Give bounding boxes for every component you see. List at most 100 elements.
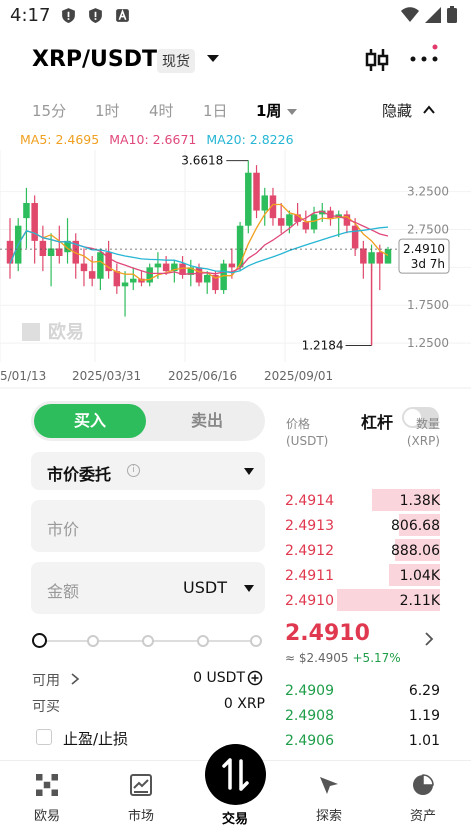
watermark-logo-icon (22, 323, 40, 341)
candle-body (351, 225, 359, 249)
ask-row[interactable]: 2.4912 888.06 (285, 539, 440, 564)
swap-arrows-icon (222, 758, 249, 791)
buy-tab[interactable]: 买入 (34, 404, 146, 438)
nav-assets[interactable]: 资产 (393, 773, 453, 824)
ask-row[interactable]: 2.4913 806.68 (285, 514, 440, 539)
nav-okx-label: 欧易 (33, 809, 60, 824)
tpsl-checkbox[interactable] (36, 729, 52, 745)
ob-qty-unit: (XRP) (406, 434, 440, 448)
candle-body (56, 248, 63, 256)
bid-row[interactable]: 2.4909 6.29 (285, 679, 440, 704)
ask-qty: 888.06 (391, 543, 440, 559)
nav-trade[interactable]: 交易 (205, 804, 265, 827)
slider-handle[interactable] (32, 633, 47, 648)
amount-slider[interactable] (32, 633, 265, 649)
ask-price: 2.4913 (285, 518, 334, 534)
timeframe-more-icon[interactable] (287, 109, 297, 115)
nav-assets-label: 资产 (409, 809, 436, 824)
nav-discover[interactable]: 探索 (299, 773, 359, 824)
app-notification-icon (116, 8, 129, 22)
slider-step-100[interactable] (250, 635, 262, 647)
pair-dropdown-icon[interactable] (207, 55, 219, 62)
chevron-down-icon[interactable] (244, 585, 254, 592)
x-tick-label: 2025/06/16 (168, 369, 237, 383)
battery-icon (447, 6, 457, 23)
tab-1h[interactable]: 1时 (95, 100, 120, 121)
pair-selector[interactable]: XRP/USDT (32, 47, 157, 72)
info-icon[interactable]: i (127, 464, 140, 477)
slider-step-75[interactable] (197, 635, 209, 647)
bid-price: 2.4908 (285, 708, 334, 724)
status-notifications (60, 7, 131, 24)
signal-icon (425, 6, 441, 23)
market-type-badge: 现货 (157, 49, 195, 73)
chevron-up-icon[interactable] (422, 103, 436, 117)
ask-price: 2.4912 (285, 543, 334, 559)
slider-step-25[interactable] (87, 635, 99, 647)
chevron-right-icon[interactable] (424, 632, 434, 646)
amount-input[interactable]: 金额 USDT (31, 562, 265, 614)
candle-body (302, 221, 310, 230)
tpsl-label[interactable]: 止盈/止损 (63, 728, 128, 749)
ask-row[interactable]: 2.4911 1.04K (285, 564, 440, 589)
available-label[interactable]: 可用 (32, 673, 60, 689)
tab-1w[interactable]: 1周 (256, 100, 281, 121)
high-label: 3.6618 (181, 154, 223, 168)
candlestick-toggle-icon[interactable] (364, 47, 390, 73)
candle-body (195, 267, 203, 283)
tab-1d[interactable]: 1日 (203, 100, 228, 121)
ob-qty-title: 数量 (415, 417, 440, 431)
nav-okx[interactable]: 欧易 (17, 773, 77, 824)
ask-row[interactable]: 2.4914 1.38K (285, 489, 440, 514)
last-price: 2.4910 (285, 621, 370, 646)
ob-price-title: 价格 (286, 417, 311, 431)
side-switch: 买入 卖出 (31, 401, 265, 441)
ask-row[interactable]: 2.4910 2.11K (285, 589, 440, 614)
add-funds-icon[interactable] (247, 670, 263, 686)
hide-chart-button[interactable]: 隐藏 (382, 100, 412, 121)
order-type-select[interactable]: 市价委托 i (31, 452, 265, 490)
ask-price: 2.4910 (285, 593, 334, 609)
ask-qty: 2.11K (399, 593, 440, 609)
slider-step-50[interactable] (142, 635, 154, 647)
nav-markets[interactable]: 市场 (111, 773, 171, 824)
order-type-label: 市价委托 (47, 465, 112, 484)
candle-body (97, 252, 104, 279)
shield-alert-icon (62, 8, 75, 23)
candle-body (277, 218, 285, 226)
ask-qty: 806.68 (391, 518, 440, 534)
sell-tab[interactable]: 卖出 (151, 404, 263, 438)
candle-body (286, 214, 293, 226)
bid-price: 2.4909 (285, 683, 334, 699)
last-price-usd: ≈ $2.4905 (285, 651, 349, 665)
shield-alert-icon (89, 8, 102, 23)
trade-fab-button[interactable] (205, 744, 266, 805)
amount-unit-select[interactable]: USDT (183, 578, 227, 597)
price-input[interactable]: 市价 (31, 500, 265, 552)
price-change: +5.17% (352, 651, 401, 665)
x-tick-label: 2025/09/01 (264, 369, 333, 383)
leverage-label: 杠杆 (361, 413, 394, 432)
candle-body (253, 172, 260, 211)
available-value: 0 USDT (193, 670, 245, 686)
y-tick-label: 3.2500 (407, 185, 449, 199)
bid-row[interactable]: 2.4906 1.01 (285, 729, 440, 754)
candle-body (203, 274, 211, 283)
candlestick-chart[interactable]: 欧易3.25002.75002.25001.75001.25005/01/132… (0, 150, 471, 390)
bid-row[interactable]: 2.4908 1.19 (285, 704, 440, 729)
available-row: 可用 0 USDT (32, 670, 265, 690)
candle-body (113, 271, 121, 287)
market-chart-icon (130, 774, 152, 796)
ma5-value: MA5: 2.4695 (20, 132, 100, 147)
tab-15m[interactable]: 15分 (32, 100, 66, 121)
more-icon[interactable] (409, 42, 439, 72)
y-tick-label: 1.2500 (407, 336, 449, 350)
y-tick-label: 1.7500 (407, 298, 449, 312)
nav-trade-label: 交易 (221, 812, 248, 827)
candle-body (88, 271, 96, 279)
ask-price: 2.4914 (285, 493, 334, 509)
chevron-right-icon[interactable] (70, 673, 80, 685)
nav-markets-label: 市场 (127, 809, 154, 824)
tab-4h[interactable]: 4时 (149, 100, 174, 121)
candle-body (6, 240, 14, 264)
